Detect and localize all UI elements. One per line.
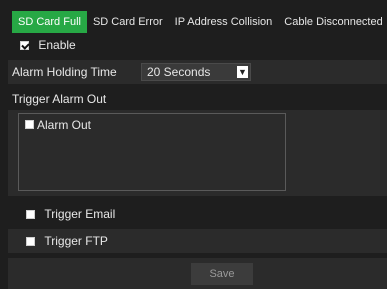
alarm-out-area: Alarm Out — [8, 110, 387, 196]
alarm-out-checkbox[interactable] — [25, 120, 34, 130]
tab-bar: SD Card Full SD Card Error IP Address Co… — [12, 11, 387, 33]
tab-cable-disconnected[interactable]: Cable Disconnected — [278, 11, 387, 33]
alarm-out-item[interactable]: Alarm Out — [25, 118, 91, 131]
trigger-email-checkbox[interactable] — [26, 210, 35, 220]
alarm-settings-panel: SD Card Full SD Card Error IP Address Co… — [0, 0, 387, 289]
footer-bar: Save — [8, 258, 387, 289]
alarm-holding-time-label: Alarm Holding Time — [12, 65, 117, 79]
enable-checkbox[interactable] — [20, 41, 29, 51]
tab-ip-address-collision[interactable]: IP Address Collision — [169, 11, 279, 33]
trigger-ftp-row: Trigger FTP — [8, 229, 387, 253]
tab-sd-card-full[interactable]: SD Card Full — [12, 11, 87, 33]
trigger-alarm-out-row: Trigger Alarm Out — [8, 88, 387, 110]
trigger-email-label: Trigger Email — [44, 207, 116, 221]
trigger-ftp-checkbox[interactable] — [26, 237, 35, 247]
trigger-email-row: Trigger Email — [8, 203, 387, 225]
alarm-holding-time-select[interactable]: 20 Seconds ▼ — [141, 63, 251, 81]
alarm-holding-time-row: Alarm Holding Time 20 Seconds ▼ — [8, 60, 387, 84]
trigger-ftp-label: Trigger FTP — [44, 234, 108, 248]
chevron-down-icon[interactable]: ▼ — [237, 66, 248, 78]
alarm-holding-time-value: 20 Seconds — [147, 65, 211, 79]
enable-label: Enable — [38, 38, 76, 52]
alarm-out-label: Alarm Out — [37, 117, 92, 132]
save-button[interactable]: Save — [191, 263, 253, 285]
tab-sd-card-error[interactable]: SD Card Error — [87, 11, 169, 33]
alarm-out-list: Alarm Out — [18, 113, 286, 191]
trigger-alarm-out-label: Trigger Alarm Out — [12, 92, 107, 106]
enable-row: Enable — [8, 34, 387, 56]
